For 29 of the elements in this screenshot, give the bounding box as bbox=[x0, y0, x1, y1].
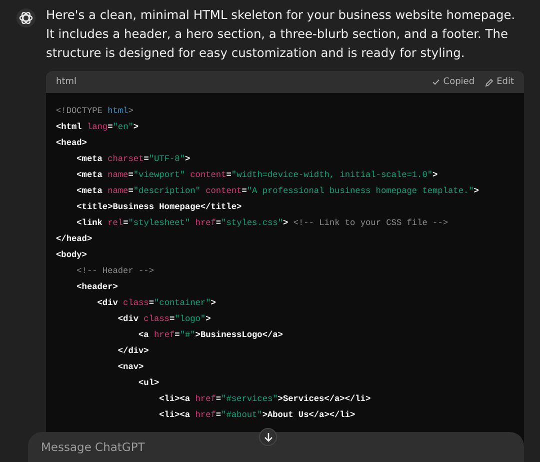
code-line: <!DOCTYPE html> bbox=[56, 105, 134, 118]
edit-icon bbox=[484, 78, 494, 86]
message-field[interactable]: Message ChatGPT bbox=[28, 432, 524, 462]
assistant-logo-icon bbox=[16, 8, 36, 28]
message-text: Here's a clean, minimal HTML skeleton for your business website homepage. It includes a header, a hero section, a three-blurb section, and a footer. The structure is designed for easy customization and is ready for styling. bbox=[46, 7, 516, 62]
language-label: html bbox=[56, 77, 77, 87]
check-icon bbox=[432, 78, 440, 86]
code-line: <nav> bbox=[116, 361, 145, 374]
code-line: <header> bbox=[76, 281, 119, 294]
code-line: <div class="container"> bbox=[96, 297, 217, 310]
code-line: <html lang="en"> bbox=[56, 121, 140, 134]
code-line: <title>Business Homepage</title> bbox=[76, 201, 243, 214]
code-line: <li><a href="#services">Services</a></li> bbox=[158, 393, 372, 406]
code-line: <meta name="description" content="A professional business homepage template."> bbox=[76, 185, 480, 198]
code-line: <div class="logo"> bbox=[116, 313, 212, 326]
code-line: <meta charset="UTF-8"> bbox=[76, 153, 192, 166]
code-line: <head> bbox=[56, 137, 88, 150]
code-line: <a href="#">BusinessLogo</a> bbox=[138, 329, 284, 342]
code-line: <link rel="stylesheet" href="styles.css"> <!-- Link to your CSS file --> bbox=[76, 217, 450, 230]
code-line: </head> bbox=[56, 233, 94, 246]
code-line: <ul> bbox=[138, 377, 160, 390]
code-line: <!-- Header --> bbox=[76, 265, 155, 278]
code-line: <li><a href="#about">About Us</a></li> bbox=[158, 409, 356, 422]
copied-button[interactable]: Copied bbox=[432, 77, 475, 87]
code-line: <meta name="viewport" content="width=device-width, initial-scale=1.0"> bbox=[76, 169, 439, 182]
edit-button[interactable]: Edit bbox=[484, 77, 514, 87]
code-line: </div> bbox=[116, 345, 150, 358]
code-line: <body> bbox=[56, 249, 88, 262]
arrow-down-icon bbox=[264, 432, 272, 442]
